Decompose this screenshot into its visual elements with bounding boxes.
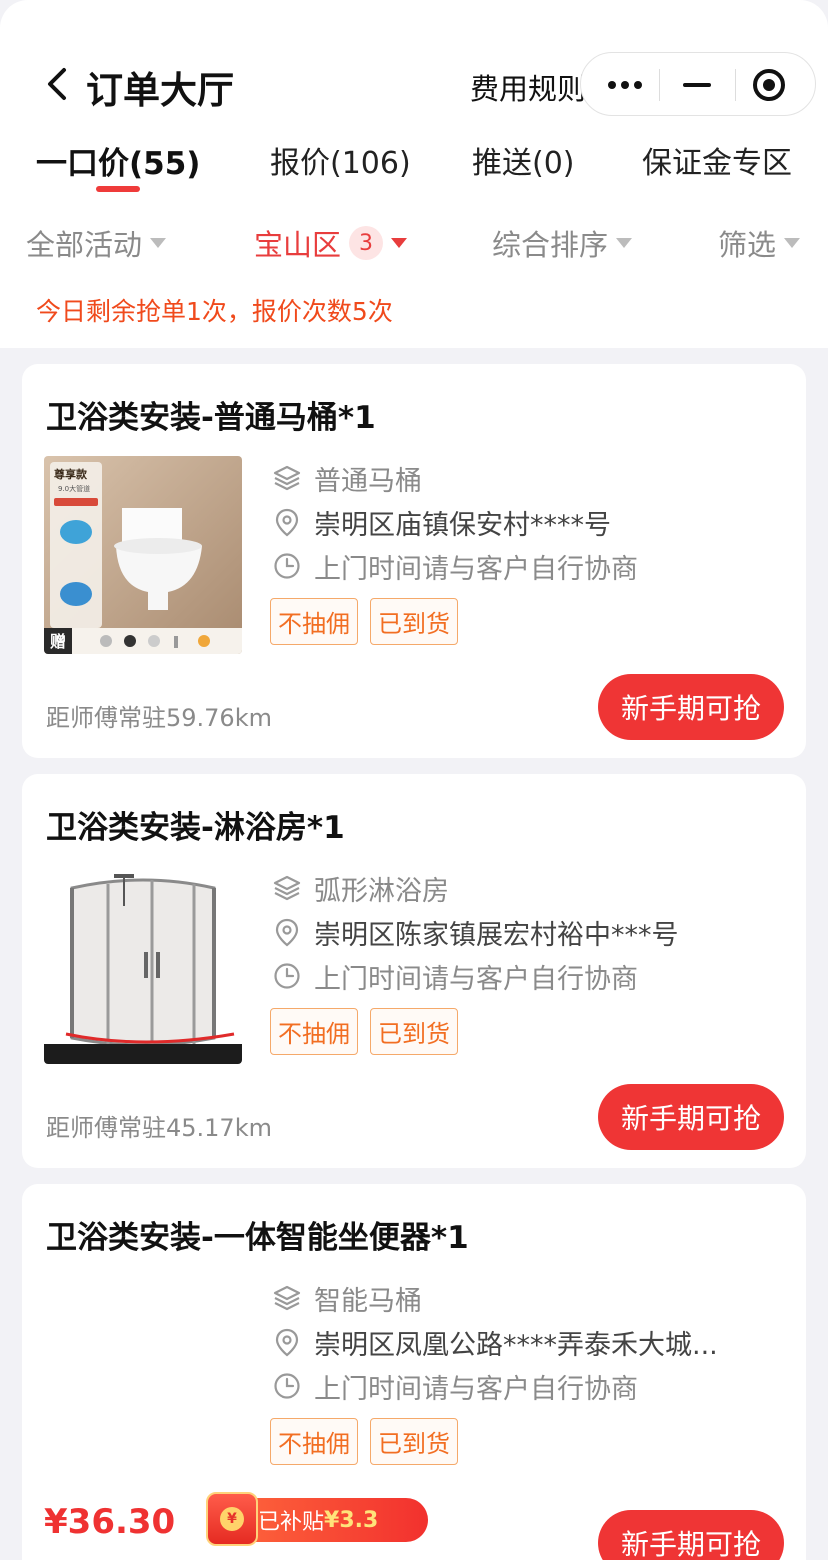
filter-count-badge: 3 [349, 226, 384, 260]
grab-order-button[interactable]: 新手期可抢 [598, 674, 784, 740]
tab-deposit-zone[interactable]: 保证金专区 [642, 138, 792, 182]
order-title: 卫浴类安装-一体智能坐便器*1 [46, 1220, 469, 1256]
clock-icon [274, 1373, 300, 1399]
back-arrow-icon[interactable] [40, 64, 76, 104]
grab-order-button[interactable]: 新手期可抢 [598, 1084, 784, 1150]
tab-quote[interactable]: 报价(106) [270, 138, 411, 182]
tag-arrived: 已到货 [370, 1008, 458, 1055]
service-time: 上门时间请与客户自行协商 [314, 1373, 638, 1405]
caret-down-icon [391, 238, 408, 248]
grab-order-button[interactable]: 新手期可抢 [598, 1510, 784, 1560]
order-card[interactable]: 卫浴类安装-淋浴房*1 弧形淋浴房 崇明区陈家镇展宏村裕中***号 上门时间请与… [22, 774, 806, 1168]
order-card[interactable]: 卫浴类安装-普通马桶*1 尊享款 9.0大管道 赠 普通马桶 崇明区庙镇保安村*… [22, 364, 806, 758]
tag-arrived: 已到货 [370, 598, 458, 645]
toilet-product-image: 尊享款 9.0大管道 赠 [44, 456, 242, 654]
subsidy-badge: ¥ 已补贴 ¥3.3 [206, 1492, 428, 1546]
order-title: 卫浴类安装-淋浴房*1 [46, 810, 345, 846]
service-time: 上门时间请与客户自行协商 [314, 553, 638, 585]
address-row: 崇明区凤凰公路****弄泰禾大城... [272, 1324, 718, 1361]
caret-down-icon [784, 238, 801, 248]
tag-no-commission: 不抽佣 [270, 1418, 358, 1465]
caret-down-icon [616, 238, 633, 248]
clock-icon [274, 963, 300, 989]
order-price: ¥36.30 [44, 1502, 176, 1542]
layers-icon [273, 875, 301, 901]
tag-list: 不抽佣 已到货 [270, 1418, 458, 1465]
product-type-row: 智能马桶 [272, 1280, 422, 1317]
tag-list: 不抽佣 已到货 [270, 1008, 458, 1055]
close-target-icon[interactable] [751, 67, 787, 103]
tab-fixed-price[interactable]: 一口价(55) [36, 138, 200, 183]
subsidy-amount: ¥3.3 [324, 1507, 379, 1533]
shower-room-product-image [44, 866, 242, 1064]
product-type: 普通马桶 [314, 465, 422, 497]
capsule-divider [735, 69, 736, 101]
subsidy-label: 已补贴 [258, 1510, 325, 1535]
tab-push[interactable]: 推送(0) [472, 138, 575, 182]
product-type: 弧形淋浴房 [314, 875, 449, 907]
tag-no-commission: 不抽佣 [270, 598, 358, 645]
thumb-sub-text: 9.0大管道 [58, 484, 90, 493]
time-row: 上门时间请与客户自行协商 [272, 548, 638, 585]
order-card[interactable]: 卫浴类安装-一体智能坐便器*1 智能马桶 崇明区凤凰公路****弄泰禾大城...… [22, 1184, 806, 1560]
active-tab-indicator [96, 186, 140, 192]
tag-no-commission: 不抽佣 [270, 1008, 358, 1055]
service-time: 上门时间请与客户自行协商 [314, 963, 638, 995]
time-row: 上门时间请与客户自行协商 [272, 1368, 638, 1405]
layers-icon [273, 465, 301, 491]
location-pin-icon [275, 508, 299, 537]
product-type-row: 弧形淋浴房 [272, 870, 449, 907]
thumb-badge-text: 尊享款 [54, 467, 88, 481]
location-pin-icon [275, 1328, 299, 1357]
address-row: 崇明区陈家镇展宏村裕中***号 [272, 914, 679, 951]
page-title: 订单大厅 [86, 69, 234, 112]
capsule-divider [659, 69, 660, 101]
address-row: 崇明区庙镇保安村****号 [272, 504, 611, 541]
filter-sort[interactable]: 综合排序 [492, 222, 633, 264]
filter-label: 综合排序 [492, 228, 609, 262]
fee-rules-link[interactable]: 费用规则 [470, 66, 588, 108]
time-row: 上门时间请与客户自行协商 [272, 958, 638, 995]
distance-text: 距师傅常驻59.76km [46, 704, 272, 732]
filter-all-activities[interactable]: 全部活动 [26, 222, 167, 264]
quota-notice: 今日剩余抢单1次，报价次数5次 [36, 297, 393, 326]
location-pin-icon [275, 918, 299, 947]
filter-label: 宝山区 [254, 228, 342, 262]
product-type: 智能马桶 [314, 1285, 422, 1317]
mini-program-capsule [580, 52, 816, 116]
filter-district[interactable]: 宝山区 3 [254, 222, 408, 264]
order-title: 卫浴类安装-普通马桶*1 [46, 400, 376, 436]
tag-list: 不抽佣 已到货 [270, 598, 458, 645]
tag-arrived: 已到货 [370, 1418, 458, 1465]
more-options-icon[interactable] [601, 69, 649, 101]
address: 崇明区庙镇保安村****号 [314, 509, 611, 541]
filter-label: 筛选 [718, 228, 777, 262]
filter-screen[interactable]: 筛选 [718, 222, 801, 264]
red-envelope-icon: ¥ [206, 1492, 258, 1546]
top-panel: 订单大厅 费用规则 一口价(55) 报价(106) 推送(0) 保证金专区 全部… [0, 0, 828, 348]
thumb-gift-text: 赠 [50, 632, 66, 651]
product-type-row: 普通马桶 [272, 460, 422, 497]
minimize-icon[interactable] [679, 69, 715, 101]
caret-down-icon [150, 238, 167, 248]
clock-icon [274, 553, 300, 579]
filter-label: 全部活动 [26, 228, 143, 262]
distance-text: 距师傅常驻45.17km [46, 1114, 272, 1142]
layers-icon [273, 1285, 301, 1311]
address: 崇明区凤凰公路****弄泰禾大城... [314, 1329, 718, 1361]
address: 崇明区陈家镇展宏村裕中***号 [314, 919, 679, 951]
